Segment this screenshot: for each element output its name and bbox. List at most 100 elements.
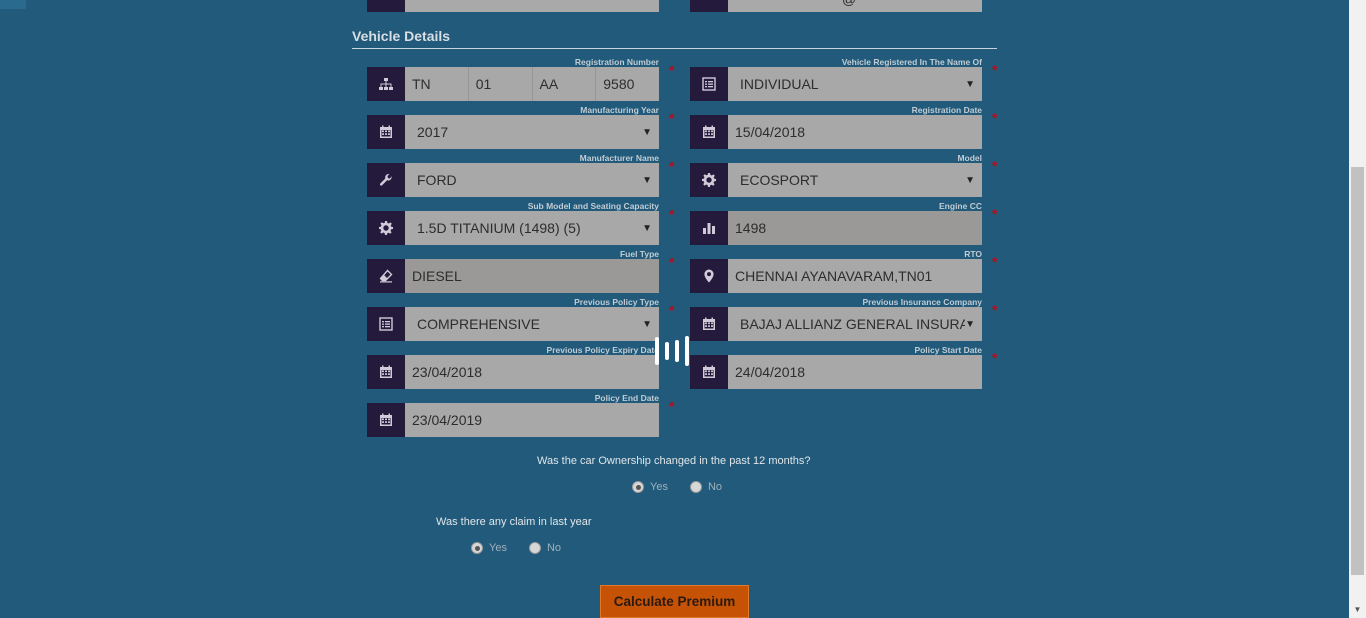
chevron-down-icon: ▼ (965, 174, 975, 186)
claim-radio-group: Yes No (471, 542, 561, 554)
sitemap-icon (367, 67, 405, 101)
previous-policy-type-select[interactable]: COMPREHENSIVE ▼ (405, 307, 659, 341)
eraser-icon (367, 259, 405, 293)
top-partial-field-right[interactable]: @ (690, 0, 982, 12)
map-marker-icon (690, 259, 728, 293)
policy-start-date-field: Policy Start Date 24/04/2018 (690, 345, 982, 389)
field-icon (367, 0, 405, 12)
required-marker: * (992, 302, 998, 318)
policy-end-date-input[interactable]: 23/04/2019 (405, 403, 659, 437)
calendar-icon (690, 115, 728, 149)
wrench-icon (367, 163, 405, 197)
claim-yes-radio[interactable] (471, 542, 483, 554)
rto-field: RTO CHENNAI AYANAVARAM,TN01 (690, 249, 982, 293)
field-label: Vehicle Registered In The Name Of (841, 57, 982, 67)
section-title: Vehicle Details (352, 28, 451, 44)
top-partial-value: @ (842, 0, 856, 7)
scrollbar-thumb[interactable] (1351, 167, 1364, 575)
claim-no-radio[interactable] (528, 542, 541, 554)
previous-policy-expiry-input[interactable]: 23/04/2018 (405, 355, 659, 389)
field-label: Policy End Date (594, 393, 659, 403)
registration-number-field: Registration Number TN 01 AA 9580 (367, 57, 659, 101)
ownership-radio-group: Yes No (632, 481, 722, 493)
registration-date-input[interactable]: 15/04/2018 (728, 115, 982, 149)
field-label: Policy Start Date (914, 345, 982, 355)
ownership-no-radio[interactable] (689, 481, 702, 493)
ownership-yes-label[interactable]: Yes (650, 481, 668, 493)
manufacturing-year-select[interactable]: 2017 ▼ (405, 115, 659, 149)
calculate-premium-button[interactable]: Calculate Premium (600, 585, 749, 618)
top-partial-field-left[interactable] (367, 0, 659, 12)
ownership-yes-radio[interactable] (632, 481, 644, 493)
field-icon (690, 0, 728, 12)
required-marker: * (992, 350, 998, 366)
section-divider (352, 48, 997, 49)
claim-yes-label[interactable]: Yes (489, 542, 507, 554)
gear-icon (367, 211, 405, 245)
field-label: Engine CC (939, 201, 982, 211)
gear-icon (690, 163, 728, 197)
registration-series-input[interactable]: AA (532, 67, 597, 101)
chevron-down-icon: ▼ (642, 318, 652, 330)
calendar-icon (367, 355, 405, 389)
required-marker: * (669, 62, 675, 78)
required-marker: * (992, 254, 998, 270)
previous-policy-type-field: Previous Policy Type COMPREHENSIVE ▼ (367, 297, 659, 341)
field-label: Previous Policy Expiry Date (546, 345, 659, 355)
field-label: Manufacturer Name (579, 153, 659, 163)
bar-chart-icon (690, 211, 728, 245)
ownership-no-label[interactable]: No (708, 481, 722, 493)
registered-name-field: Vehicle Registered In The Name Of INDIVI… (690, 57, 982, 101)
required-marker: * (669, 398, 675, 414)
required-marker: * (669, 254, 675, 270)
scroll-down-arrow-icon[interactable]: ▼ (1349, 601, 1366, 618)
list-icon (367, 307, 405, 341)
required-marker: * (992, 110, 998, 126)
fuel-type-field: Fuel Type DIESEL (367, 249, 659, 293)
registration-number-input[interactable]: 9580 (596, 67, 659, 101)
sub-model-select[interactable]: 1.5D TITANIUM (1498) (5) ▼ (405, 211, 659, 245)
field-label: Previous Insurance Company (862, 297, 982, 307)
previous-insurance-company-select[interactable]: BAJAJ ALLIANZ GENERAL INSURAN ▼ (728, 307, 982, 341)
required-marker: * (669, 206, 675, 222)
field-label: Sub Model and Seating Capacity (527, 201, 659, 211)
previous-insurance-company-field: Previous Insurance Company BAJAJ ALLIANZ… (690, 297, 982, 341)
field-label: Fuel Type (619, 249, 659, 259)
claim-question: Was there any claim in last year (436, 516, 592, 528)
chevron-down-icon: ▼ (642, 174, 652, 186)
ownership-question: Was the car Ownership changed in the pas… (537, 455, 811, 467)
registration-district-input[interactable]: 01 (468, 67, 533, 101)
manufacturing-year-field: Manufacturing Year 2017 ▼ (367, 105, 659, 149)
rto-input[interactable]: CHENNAI AYANAVARAM,TN01 (728, 259, 982, 293)
registered-name-select[interactable]: INDIVIDUAL ▼ (728, 67, 982, 101)
corner-tab (0, 0, 26, 9)
required-marker: * (669, 158, 675, 174)
field-label: Previous Policy Type (574, 297, 659, 307)
field-label: Manufacturing Year (580, 105, 659, 115)
fuel-type-input[interactable]: DIESEL (405, 259, 659, 293)
list-icon (690, 67, 728, 101)
required-marker: * (669, 110, 675, 126)
required-marker: * (992, 206, 998, 222)
registration-state-input[interactable]: TN (405, 67, 469, 101)
manufacturer-name-select[interactable]: FORD ▼ (405, 163, 659, 197)
claim-no-label[interactable]: No (547, 542, 561, 554)
engine-cc-input[interactable]: 1498 (728, 211, 982, 245)
model-select[interactable]: ECOSPORT ▼ (728, 163, 982, 197)
registration-date-field: Registration Date 15/04/2018 (690, 105, 982, 149)
required-marker: * (992, 158, 998, 174)
sub-model-field: Sub Model and Seating Capacity 1.5D TITA… (367, 201, 659, 245)
policy-end-date-field: Policy End Date 23/04/2019 (367, 393, 659, 437)
previous-policy-expiry-field: Previous Policy Expiry Date 23/04/2018 (367, 345, 659, 389)
field-label: RTO (964, 249, 982, 259)
calendar-icon (367, 403, 405, 437)
calendar-icon (367, 115, 405, 149)
chevron-down-icon: ▼ (965, 318, 975, 330)
loading-spinner-icon (655, 334, 697, 367)
field-label: Registration Number (574, 57, 659, 67)
engine-cc-field: Engine CC 1498 (690, 201, 982, 245)
vertical-scrollbar[interactable]: ▼ (1349, 0, 1366, 618)
chevron-down-icon: ▼ (642, 126, 652, 138)
policy-start-date-input[interactable]: 24/04/2018 (728, 355, 982, 389)
chevron-down-icon: ▼ (642, 222, 652, 234)
